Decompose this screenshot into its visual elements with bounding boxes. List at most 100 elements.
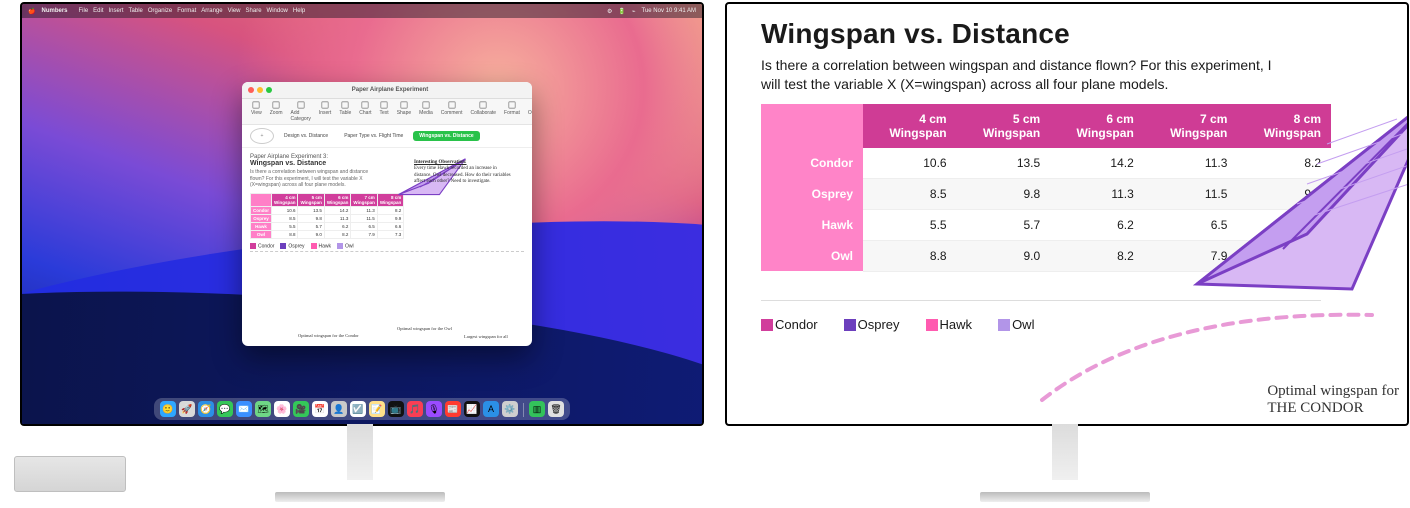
cell[interactable]: 11.3 [324,214,350,222]
cell[interactable]: 9.8 [298,214,324,222]
cell[interactable]: 11.5 [351,214,377,222]
cell[interactable]: 6.6 [377,222,403,230]
toolbar-table[interactable]: Table [336,101,354,122]
cell[interactable]: 5.7 [957,209,1051,240]
minimize-icon[interactable] [257,87,263,93]
table-row[interactable]: Hawk5.55.76.26.56.6 [251,222,404,230]
row-header[interactable]: Owl [251,230,272,238]
cell[interactable]: 9.9 [377,214,403,222]
toolbar-chart[interactable]: Chart [356,101,374,122]
cell[interactable]: 10.6 [272,206,298,214]
cell[interactable]: 8.2 [1050,240,1144,271]
menu-window[interactable]: Window [267,8,288,14]
cell[interactable]: 11.3 [1144,148,1238,179]
cell[interactable]: 6.5 [1144,209,1238,240]
tab-wingspan-vs-distance[interactable]: Wingspan vs. Distance [413,131,479,141]
cell[interactable]: 5.7 [298,222,324,230]
dock-podcasts-icon[interactable]: 🎙 [426,401,442,417]
dock-stocks-icon[interactable]: 📈 [464,401,480,417]
dock-launchpad-icon[interactable]: 🚀 [179,401,195,417]
zoom-icon[interactable] [266,87,272,93]
document-body[interactable]: Paper Airplane Experiment 3: Wingspan vs… [242,148,532,332]
toolbar-view[interactable]: View [248,101,265,122]
row-header[interactable]: Owl [761,240,863,271]
cell[interactable]: 6.5 [351,222,377,230]
table-row[interactable]: Condor10.613.514.211.38.2 [251,206,404,214]
menu-view[interactable]: View [228,8,241,14]
dock[interactable]: 🙂🚀🧭💬✉️🗺🌸🎥📅👤☑️📝📺🎵🎙📰📈A⚙️▥🗑 [22,398,702,420]
cell[interactable]: 7.3 [377,230,403,238]
cell[interactable]: 8.5 [272,214,298,222]
bar-chart[interactable] [250,251,524,326]
app-name[interactable]: Numbers [41,8,67,14]
cell[interactable]: 14.2 [1050,148,1144,179]
menu-table[interactable]: Table [129,8,143,14]
macos-menubar[interactable]: 🍎 Numbers FileEditInsertTableOrganizeFor… [22,4,702,18]
toolbar-insert[interactable]: Insert [316,101,335,122]
toolbar-comment[interactable]: Comment [438,101,466,122]
toolbar-organize[interactable]: Organize [525,101,532,122]
dock-messages-icon[interactable]: 💬 [217,401,233,417]
menu-share[interactable]: Share [246,8,262,14]
table-row[interactable]: Osprey8.59.811.311.59.9 [251,214,404,222]
toolbar-media[interactable]: Media [416,101,436,122]
column-header[interactable]: 8 cm Wingspan [1237,104,1331,148]
close-icon[interactable] [248,87,254,93]
cell[interactable]: 9.0 [957,240,1051,271]
column-header[interactable]: 5 cm Wingspan [957,104,1051,148]
toolbar-zoom[interactable]: Zoom [267,101,286,122]
data-table[interactable]: 4 cm Wingspan5 cm Wingspan6 cm Wingspan7… [250,193,404,239]
cell[interactable]: 5.5 [863,209,957,240]
dock-calendar-icon[interactable]: 📅 [312,401,328,417]
cell[interactable]: 13.5 [298,206,324,214]
data-table-zoom[interactable]: 4 cm Wingspan5 cm Wingspan6 cm Wingspan7… [761,104,1331,272]
cell[interactable]: 7.3 [1237,240,1331,271]
dock-music-icon[interactable]: 🎵 [407,401,423,417]
column-header[interactable]: 7 cm Wingspan [1144,104,1238,148]
cell[interactable]: 7.9 [351,230,377,238]
column-header[interactable]: 4 cm Wingspan [863,104,957,148]
control-center-icon[interactable]: ⌁ [632,8,636,15]
add-sheet-button[interactable]: + [250,128,274,144]
dock-mail-icon[interactable]: ✉️ [236,401,252,417]
battery-icon[interactable]: 🔋 [618,8,625,15]
cell[interactable]: 8.5 [863,178,957,209]
column-header[interactable]: 6 cm Wingspan [324,193,350,206]
toolbar-add category[interactable]: Add Category [288,101,314,122]
cell[interactable]: 8.2 [1237,148,1331,179]
cell[interactable]: 9.9 [1237,178,1331,209]
toolbar-format[interactable]: Format [501,101,523,122]
cell[interactable]: 6.2 [1050,209,1144,240]
column-header[interactable]: 6 cm Wingspan [1050,104,1144,148]
menu-organize[interactable]: Organize [148,8,172,14]
cell[interactable]: 11.3 [351,206,377,214]
dock-contacts-icon[interactable]: 👤 [331,401,347,417]
row-header[interactable]: Condor [761,148,863,179]
table-row[interactable]: Condor10.613.514.211.38.2 [761,148,1331,179]
table-row[interactable]: Owl8.89.08.27.97.3 [251,230,404,238]
dock-maps-icon[interactable]: 🗺 [255,401,271,417]
dock-appstore-icon[interactable]: A [483,401,499,417]
cell[interactable]: 5.5 [272,222,298,230]
dock-finder-icon[interactable]: 🙂 [160,401,176,417]
dock-notes-icon[interactable]: 📝 [369,401,385,417]
row-header[interactable]: Hawk [761,209,863,240]
menu-arrange[interactable]: Arrange [201,8,222,14]
dock-reminders-icon[interactable]: ☑️ [350,401,366,417]
row-header[interactable]: Condor [251,206,272,214]
table-row[interactable]: Hawk5.55.76.26.56.6 [761,209,1331,240]
dock-trash-icon[interactable]: 🗑 [548,401,564,417]
cell[interactable]: 8.2 [377,206,403,214]
cell[interactable]: 8.2 [324,230,350,238]
dock-news-icon[interactable]: 📰 [445,401,461,417]
cell[interactable]: 8.8 [272,230,298,238]
dock-photos-icon[interactable]: 🌸 [274,401,290,417]
table-row[interactable]: Osprey8.59.811.311.59.9 [761,178,1331,209]
titlebar[interactable]: Paper Airplane Experiment [242,82,532,99]
cell[interactable]: 9.8 [957,178,1051,209]
column-header[interactable]: 7 cm Wingspan [351,193,377,206]
toolbar-collaborate[interactable]: Collaborate [467,101,499,122]
cell[interactable]: 10.6 [863,148,957,179]
cell[interactable]: 13.5 [957,148,1051,179]
dock-settings-icon[interactable]: ⚙️ [502,401,518,417]
